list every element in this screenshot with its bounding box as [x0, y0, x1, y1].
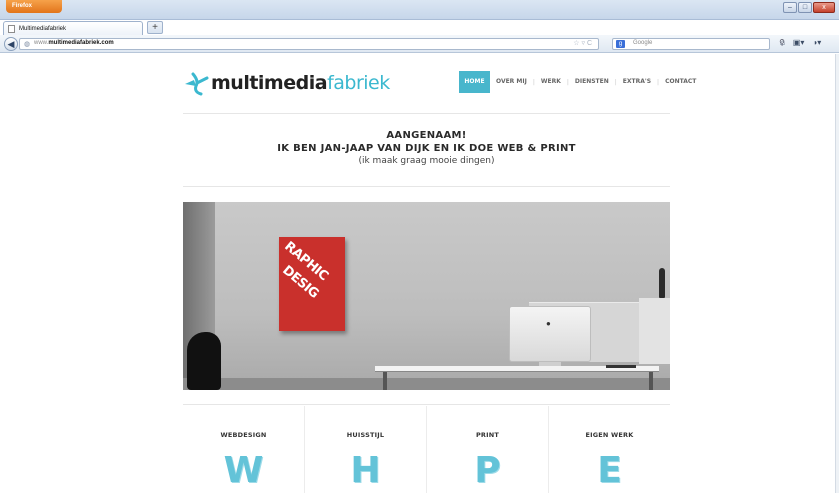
home-icon[interactable]: ⌂ — [780, 38, 785, 47]
search-bar[interactable]: g Google ⚲ — [612, 38, 785, 50]
services-row: WEBDESIGN W HUISSTIJL H PRINT P EIGEN WE… — [183, 406, 670, 493]
main-navigation: HOME OVER MIJ | WERK | DIENSTEN | EXTRA'… — [459, 71, 696, 93]
graphic-design-poster: RAPHIC DESIG — [279, 237, 345, 331]
service-webdesign[interactable]: WEBDESIGN W — [183, 406, 305, 493]
service-title: PRINT — [475, 431, 500, 439]
firefox-menu-button[interactable]: Firefox — [6, 0, 62, 13]
nav-over-mij[interactable]: OVER MIJ — [496, 71, 527, 93]
tab-title: Multimediafabriek — [19, 25, 67, 32]
intro-greeting: AANGENAAM! — [386, 130, 467, 141]
navigation-toolbar: ◀ ◍ www.multimediafabriek.com ☆ ▿ C g Go… — [0, 35, 839, 53]
service-huisstijl[interactable]: HUISSTIJL H — [305, 406, 427, 493]
vase — [659, 268, 665, 298]
intro-block: AANGENAAM! IK BEN JAN-JAAP VAN DIJK EN I… — [183, 130, 670, 166]
service-letter-icon: P — [474, 450, 501, 491]
bookmark-star-icon[interactable]: ☆ ▿ C — [573, 39, 592, 47]
bookmarks-menu-icon[interactable]: ▣▾ — [793, 38, 805, 47]
site-logo[interactable]: multimedia fabriek — [183, 68, 390, 98]
minimize-icon[interactable]: – — [783, 2, 797, 13]
maximize-icon[interactable]: □ — [798, 2, 812, 13]
close-icon[interactable]: x — [813, 2, 835, 13]
service-print[interactable]: PRINT P — [427, 406, 549, 493]
nav-werk[interactable]: WERK — [541, 71, 561, 93]
divider — [183, 113, 670, 114]
service-letter-icon: E — [597, 450, 622, 491]
nav-diensten[interactable]: DIENSTEN — [575, 71, 609, 93]
search-placeholder: Google — [633, 40, 653, 46]
page-icon — [8, 24, 15, 33]
imac-computer: ● — [509, 306, 591, 362]
service-title: HUISSTIJL — [346, 431, 385, 439]
apple-logo-icon: ● — [546, 319, 551, 328]
hero-photo: RAPHIC DESIG ● — [183, 202, 670, 390]
site-identity-icon[interactable]: ◍ — [24, 40, 30, 48]
divider — [183, 404, 670, 405]
service-letter-icon: W — [223, 450, 264, 491]
logo-text-bold: multimedia — [211, 72, 328, 94]
search-engine-icon[interactable]: g — [616, 40, 625, 48]
service-title: EIGEN WERK — [585, 431, 634, 439]
nav-home[interactable]: HOME — [459, 71, 490, 93]
logo-text-light: fabriek — [327, 72, 390, 94]
addon-icon[interactable]: ◑▾ — [812, 38, 821, 47]
page-viewport: multimedia fabriek HOME OVER MIJ | WERK |… — [0, 54, 839, 493]
service-letter-icon: H — [350, 450, 381, 491]
back-icon[interactable]: ◀ — [4, 37, 18, 51]
window-titlebar: Firefox – □ x — [0, 0, 839, 20]
office-chair — [187, 332, 221, 390]
address-bar[interactable]: ◍ www.multimediafabriek.com ☆ ▿ C — [19, 38, 599, 50]
browser-tab[interactable]: Multimediafabriek — [3, 21, 143, 35]
service-eigen-werk[interactable]: EIGEN WERK E — [549, 406, 670, 493]
new-tab-button[interactable]: + — [147, 21, 163, 34]
nav-contact[interactable]: CONTACT — [665, 71, 696, 93]
intro-tagline: (ik maak graag mooie dingen) — [358, 156, 495, 166]
window-controls: – □ x — [783, 2, 835, 13]
intro-headline: IK BEN JAN-JAAP VAN DIJK EN IK DOE WEB &… — [277, 143, 576, 154]
divider — [183, 186, 670, 187]
keyboard — [606, 365, 636, 368]
logo-icon — [185, 72, 209, 96]
service-title: WEBDESIGN — [220, 431, 267, 439]
toolbar-icons: ⌂ ▣▾ ◑▾ — [780, 38, 821, 47]
nav-extras[interactable]: EXTRA'S — [623, 71, 651, 93]
scrollbar[interactable] — [835, 54, 839, 493]
url-text: www.multimediafabriek.com — [34, 40, 114, 46]
